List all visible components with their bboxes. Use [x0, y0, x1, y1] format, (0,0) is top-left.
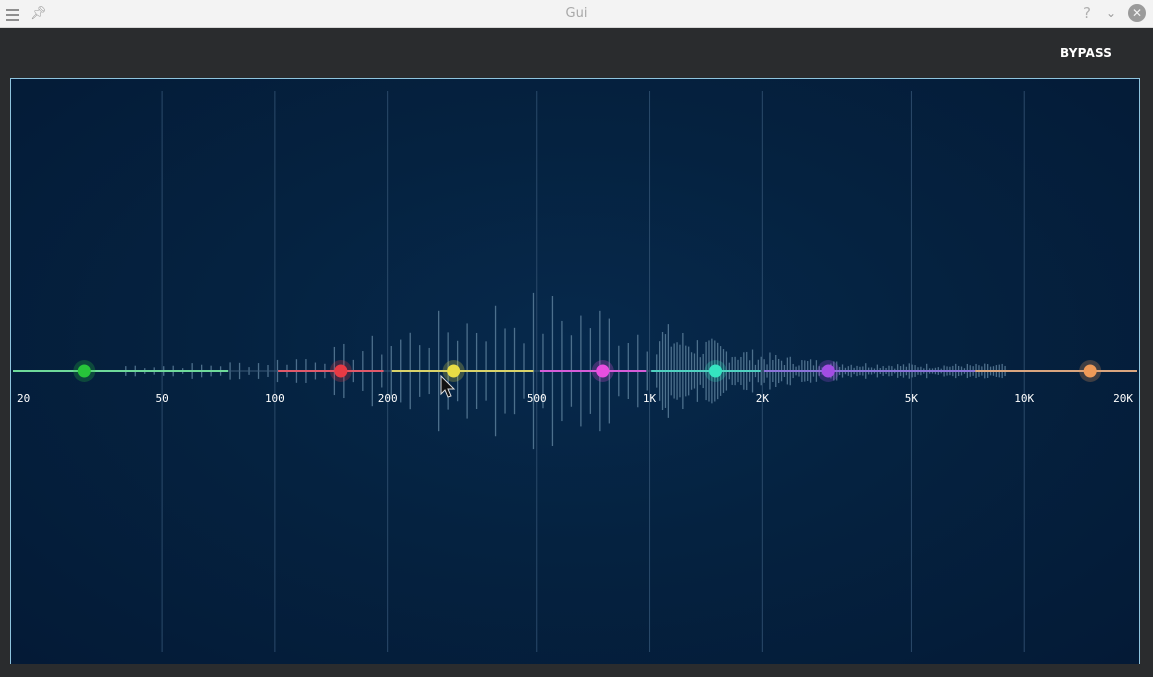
x-tick-label: 1K — [643, 392, 657, 405]
chevron-down-icon[interactable]: ⌄ — [1106, 0, 1116, 27]
close-icon[interactable]: ✕ — [1128, 4, 1146, 22]
band-node-handle[interactable] — [1083, 364, 1097, 378]
help-icon[interactable]: ? — [1083, 0, 1091, 27]
band-node-handle[interactable] — [334, 364, 348, 378]
band-node-handle[interactable] — [447, 364, 461, 378]
window-titlebar: 📌︎ Gui ? ⌄ ✕ — [0, 0, 1153, 28]
x-tick-label: 20K — [1113, 392, 1133, 405]
x-tick-label: 2K — [756, 392, 770, 405]
band-node-handle[interactable] — [821, 364, 835, 378]
x-tick-label: 100 — [265, 392, 285, 405]
x-tick-label: 10K — [1014, 392, 1034, 405]
window-title: Gui — [565, 6, 588, 21]
bypass-button[interactable]: BYPASS — [1060, 46, 1112, 60]
x-tick-label: 20 — [17, 392, 30, 405]
plugin-header: BYPASS — [0, 28, 1153, 78]
band-node-handle[interactable] — [709, 364, 723, 378]
x-tick-label: 5K — [905, 392, 919, 405]
frequency-band-chart[interactable]: 20 50 100 200 500 1K 2K 5K 10K 20K — [11, 79, 1139, 664]
band-node-handle[interactable] — [77, 364, 91, 378]
bottom-strip — [0, 664, 1153, 677]
x-tick-label: 500 — [527, 392, 547, 405]
x-tick-label: 200 — [378, 392, 398, 405]
band-node-handle[interactable] — [596, 364, 610, 378]
spectrum-display[interactable]: 20 50 100 200 500 1K 2K 5K 10K 20K — [10, 78, 1140, 665]
x-tick-label: 50 — [155, 392, 168, 405]
